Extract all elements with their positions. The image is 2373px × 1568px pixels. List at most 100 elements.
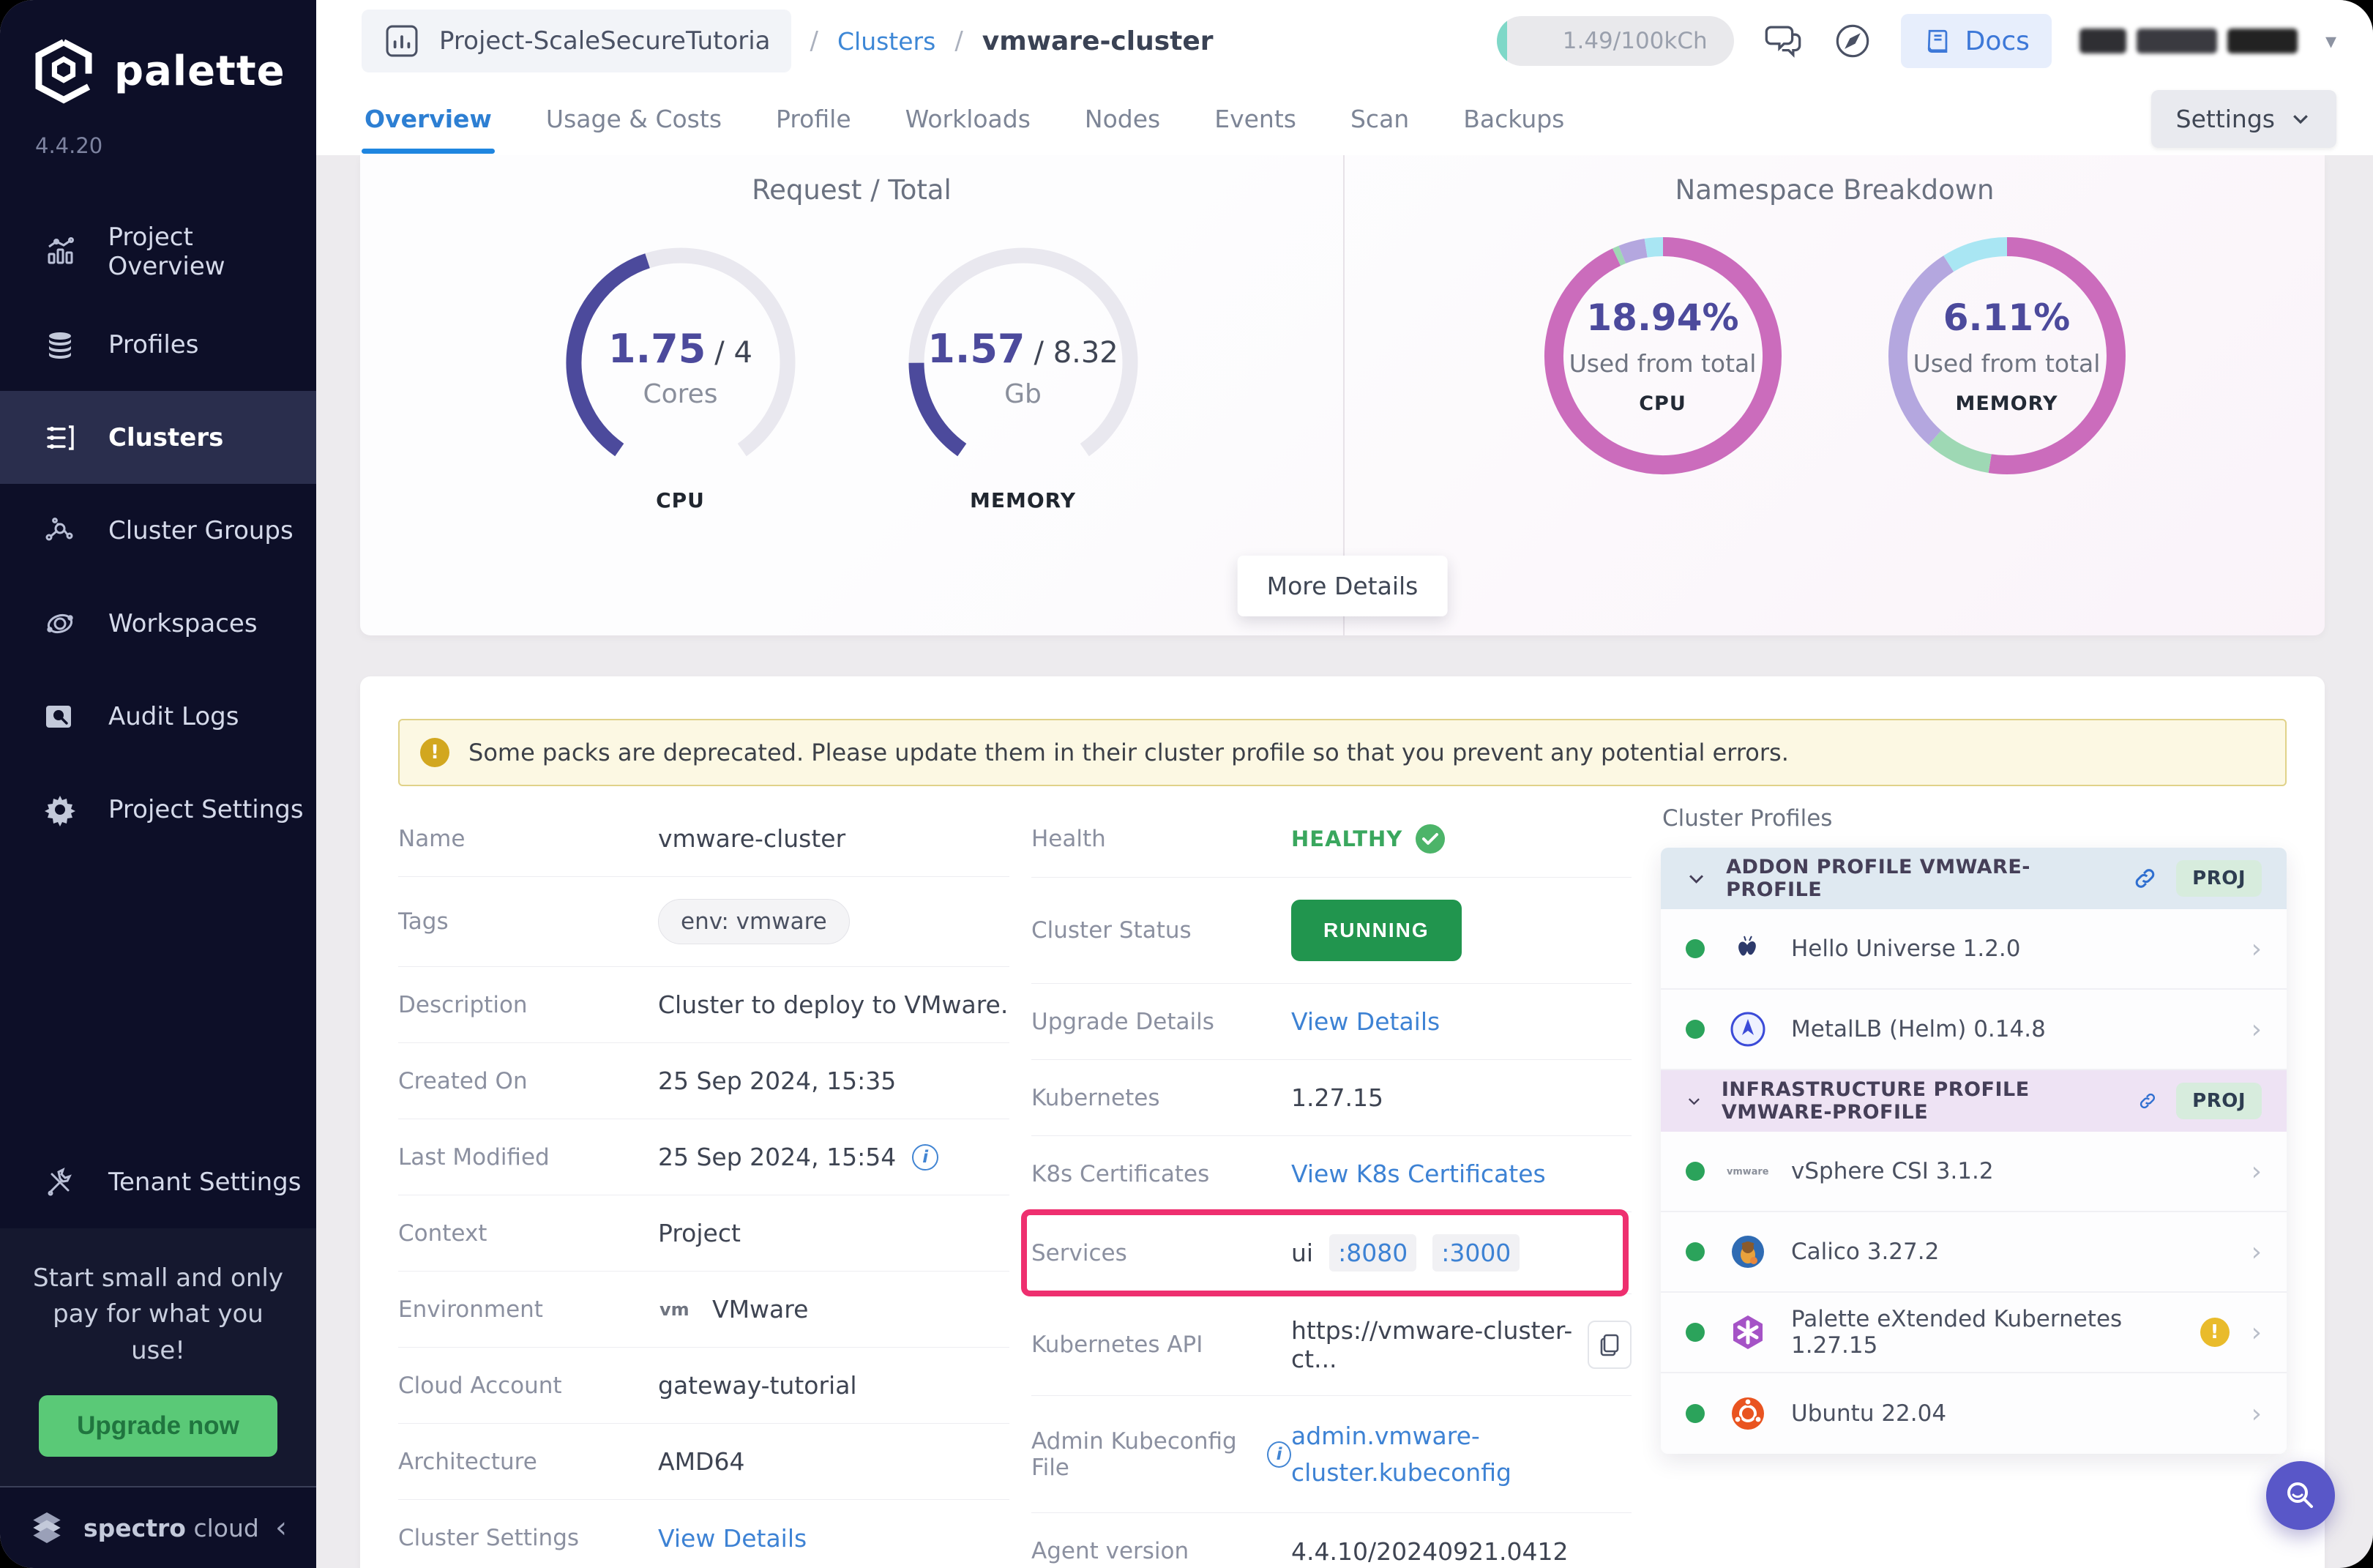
project-selector[interactable]: Project-ScaleSecureTutoria [362, 10, 791, 72]
namespace-breakdown-section: Namespace Breakdown 18.94% Used from tot… [1345, 155, 2325, 635]
project-chart-icon [382, 21, 422, 61]
memory-gauge-unit: Gb [1004, 379, 1042, 409]
sidebar-footer: spectro cloud ‹ [0, 1486, 316, 1568]
row-services: Services ui :8080 :3000 [1031, 1212, 1632, 1294]
book-icon [1923, 26, 1954, 56]
profile-pack-calico[interactable]: Calico 3.27.2 › [1661, 1212, 2287, 1293]
gear-icon [41, 793, 79, 826]
row-kubernetes-api: Kubernetes API https://vmware-cluster-ct… [1031, 1294, 1632, 1396]
user-menu-chevron-down-icon[interactable]: ▾ [2325, 29, 2336, 54]
profile-pack-palette-extended-kubernetes[interactable]: Palette eXtended Kubernetes 1.27.15 ! › [1661, 1293, 2287, 1373]
tag-pill: env: vmware [658, 899, 850, 944]
settings-button[interactable]: Settings [2151, 90, 2336, 148]
cpu-donut-caption: Used from total [1569, 349, 1757, 378]
sidebar-item-label: Tenant Settings [108, 1168, 301, 1197]
content-area: Request / Total 1.75 / 4 Cores [316, 155, 2373, 1568]
cluster-profiles-panel: ADDON PROFILE VMWARE-PROFILE PROJ [1661, 848, 2287, 1454]
spectro-cloud-logo [26, 1507, 67, 1548]
tab-overview[interactable]: Overview [362, 89, 495, 149]
status-dot-green [1686, 1242, 1705, 1261]
tab-usage-costs[interactable]: Usage & Costs [543, 89, 725, 149]
profile-pack-vsphere-csi[interactable]: vmware vSphere CSI 3.1.2 › [1661, 1132, 2287, 1212]
search-fab-button[interactable] [2266, 1461, 2335, 1530]
breadcrumb-separator: / [954, 26, 963, 56]
sidebar-item-project-settings[interactable]: Project Settings [0, 763, 316, 856]
addon-profile-header[interactable]: ADDON PROFILE VMWARE-PROFILE PROJ [1661, 848, 2287, 909]
pxk-icon [1727, 1313, 1769, 1351]
row-architecture: Architecture AMD64 [398, 1424, 1009, 1500]
profile-pack-metallb[interactable]: MetalLB (Helm) 0.14.8 › [1661, 990, 2287, 1070]
tools-icon [41, 1165, 79, 1199]
view-details-link[interactable]: View Details [658, 1524, 807, 1553]
sidebar-item-clusters[interactable]: Clusters [0, 391, 316, 484]
promo-text: Start small and only pay for what you us… [22, 1261, 294, 1369]
row-health: Health HEALTHY [1031, 801, 1632, 878]
service-port-link[interactable]: :3000 [1432, 1234, 1520, 1272]
upgrade-promo: Start small and only pay for what you us… [0, 1228, 316, 1486]
sidebar-item-audit-logs[interactable]: Audit Logs [0, 670, 316, 763]
audit-search-icon [41, 700, 79, 733]
service-port-link[interactable]: :8080 [1329, 1234, 1416, 1272]
upgrade-view-details-link[interactable]: View Details [1291, 1007, 1440, 1036]
chevron-right-icon: › [2251, 1015, 2262, 1045]
namespace-cpu-donut: 18.94% Used from total CPU [1542, 235, 1784, 477]
status-dot-green [1686, 1404, 1705, 1423]
view-k8s-certificates-link[interactable]: View K8s Certificates [1291, 1160, 1546, 1188]
namespace-breakdown-title: Namespace Breakdown [1345, 174, 2325, 206]
deprecation-warning-banner: ! Some packs are deprecated. Please upda… [398, 719, 2287, 786]
tab-profile[interactable]: Profile [773, 89, 854, 149]
docs-button[interactable]: Docs [1901, 14, 2052, 68]
infrastructure-profile-label: INFRASTRUCTURE PROFILE VMWARE-PROFILE [1722, 1078, 2119, 1124]
tab-scan[interactable]: Scan [1348, 89, 1412, 149]
proj-scope-badge: PROJ [2176, 1083, 2262, 1119]
bar-chart-icon [41, 235, 79, 269]
link-icon[interactable] [2138, 1089, 2157, 1113]
sidebar-item-label: Cluster Groups [108, 516, 294, 545]
request-total-title: Request / Total [360, 174, 1343, 206]
collapse-sidebar-icon[interactable]: ‹ [275, 1511, 287, 1545]
warning-icon: ! [420, 738, 449, 767]
sidebar-item-profiles[interactable]: Profiles [0, 298, 316, 391]
sidebar-item-label: Workspaces [108, 609, 258, 638]
palette-app-window: palette 4.4.20 Project Overview [0, 0, 2373, 1568]
chevron-right-icon: › [2251, 1157, 2262, 1187]
row-created-on: Created On 25 Sep 2024, 15:35 [398, 1043, 1009, 1119]
sidebar-item-project-overview[interactable]: Project Overview [0, 205, 316, 298]
metallb-icon [1727, 1010, 1769, 1048]
sidebar-item-tenant-settings[interactable]: Tenant Settings [0, 1135, 316, 1228]
upgrade-now-button[interactable]: Upgrade now [39, 1395, 277, 1457]
kubeconfig-download-link[interactable]: admin.vmware-cluster.kubeconfig [1291, 1418, 1584, 1490]
memory-gauge-value: 1.57 [927, 326, 1025, 372]
running-status-badge: RUNNING [1291, 900, 1462, 961]
link-icon[interactable] [2133, 866, 2157, 891]
tab-events[interactable]: Events [1211, 89, 1299, 149]
search-icon [2283, 1478, 2318, 1513]
more-details-button[interactable]: More Details [1238, 556, 1448, 616]
info-icon[interactable]: i [1267, 1441, 1291, 1468]
user-name-redacted [2079, 29, 2298, 53]
copy-button[interactable] [1588, 1321, 1632, 1369]
layers-icon [41, 328, 79, 362]
infrastructure-profile-header[interactable]: INFRASTRUCTURE PROFILE VMWARE-PROFILE PR… [1661, 1070, 2287, 1132]
cluster-tabs: Overview Usage & Costs Profile Workloads… [316, 82, 2373, 155]
profile-pack-ubuntu[interactable]: Ubuntu 22.04 › [1661, 1373, 2287, 1454]
tab-workloads[interactable]: Workloads [903, 89, 1034, 149]
chat-icon[interactable] [1762, 20, 1804, 62]
sidebar-item-workspaces[interactable]: Workspaces [0, 577, 316, 670]
tab-backups[interactable]: Backups [1460, 89, 1567, 149]
hello-universe-icon [1727, 930, 1769, 967]
breadcrumb-separator: / [810, 26, 818, 56]
cpu-gauge-value: 1.75 [608, 326, 706, 372]
row-cluster-status: Cluster Status RUNNING [1031, 878, 1632, 984]
details-left-column: Name vmware-cluster Tags env: vmware Des… [398, 801, 1009, 1568]
tab-nodes[interactable]: Nodes [1082, 89, 1163, 149]
info-icon[interactable]: i [912, 1144, 938, 1171]
compass-icon[interactable] [1832, 20, 1873, 61]
cpu-donut-percent: 18.94% [1586, 296, 1738, 339]
memory-donut-label: MEMORY [1956, 392, 2058, 415]
vmware-logo-icon: vmware [1727, 1160, 1769, 1182]
profile-pack-hello-universe[interactable]: Hello Universe 1.2.0 › [1661, 909, 2287, 990]
sidebar-item-cluster-groups[interactable]: Cluster Groups [0, 484, 316, 577]
breadcrumb-clusters-link[interactable]: Clusters [837, 27, 935, 56]
memory-gauge-label: MEMORY [899, 488, 1148, 512]
